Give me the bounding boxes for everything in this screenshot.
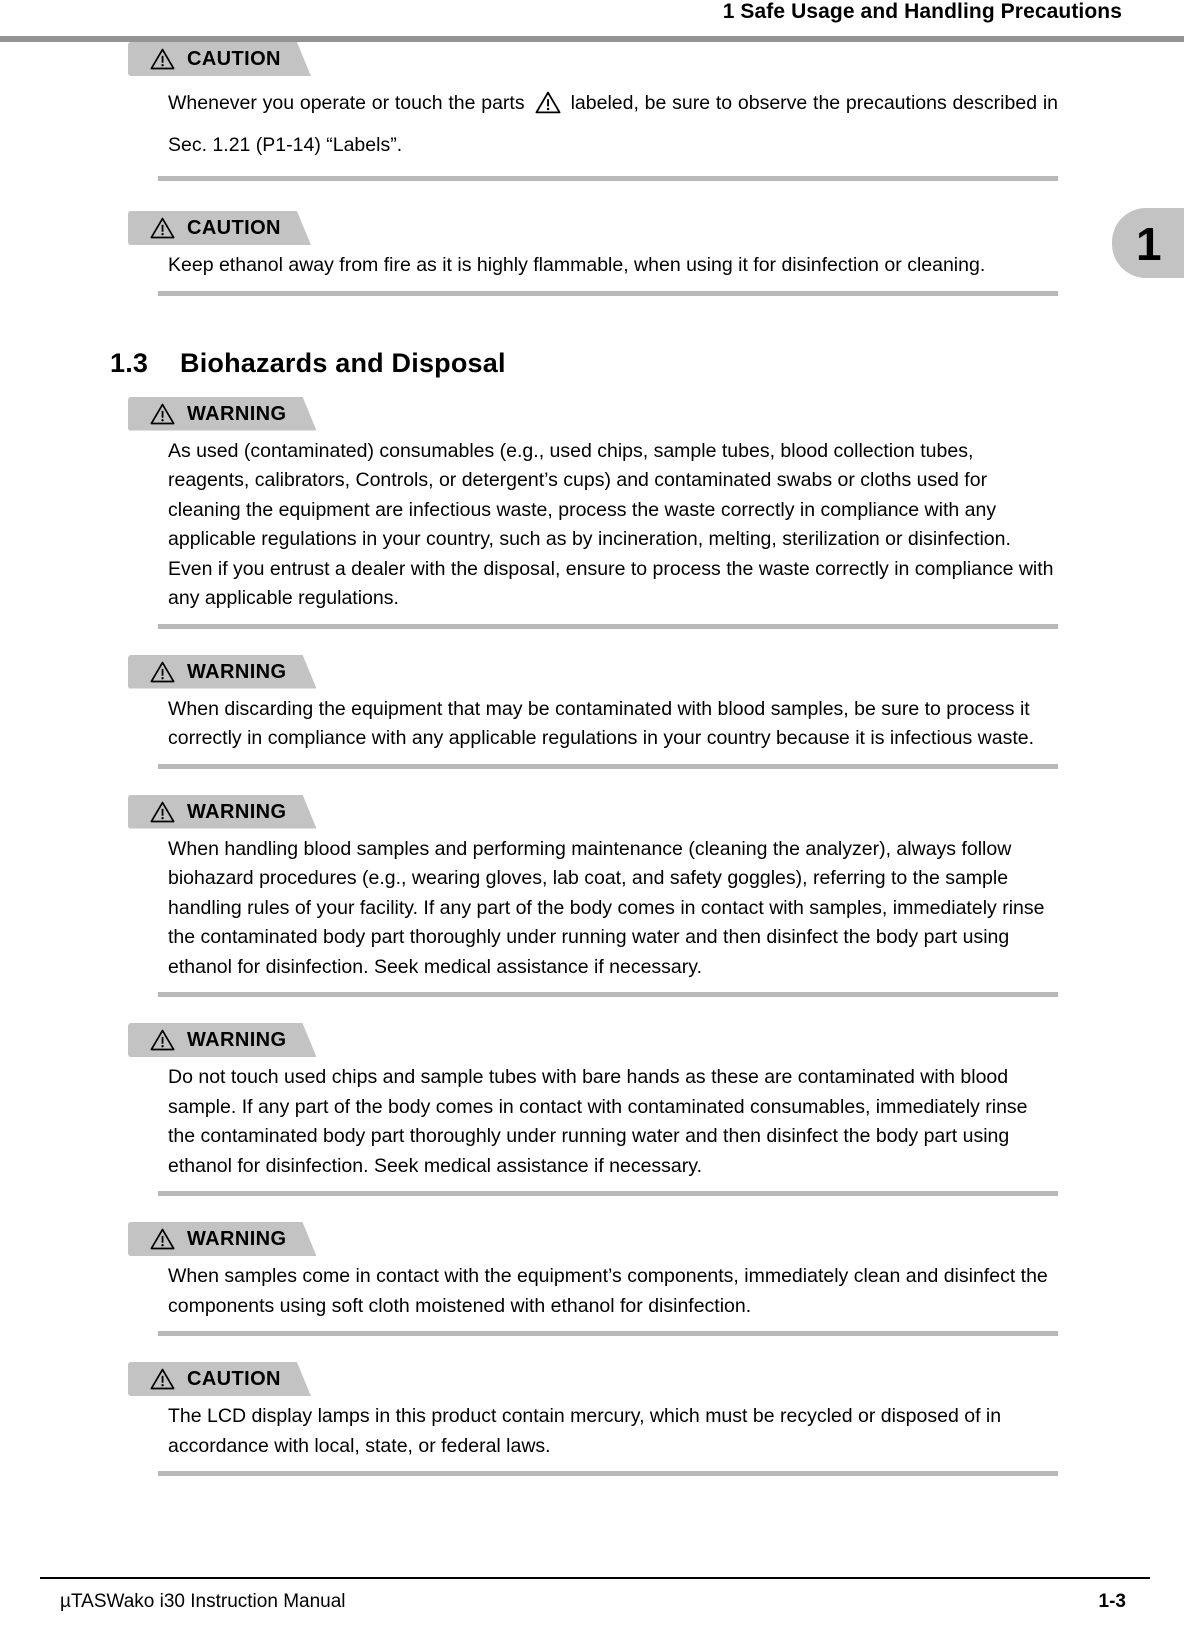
section-heading: 1.3 Biohazards and Disposal [110, 348, 1184, 379]
notice-banner: CAUTION [128, 211, 311, 245]
notice-banner-row: CAUTION [0, 1362, 1184, 1397]
notice-warning-discarding: WARNING When discarding the equipment th… [0, 655, 1184, 769]
notice-banner-row: CAUTION [0, 211, 1184, 246]
warning-triangle-icon [150, 403, 175, 425]
warning-triangle-icon [150, 801, 175, 823]
notice-bottom-rule [158, 290, 1058, 296]
warning-triangle-icon [535, 91, 561, 114]
notice-bottom-rule [158, 623, 1058, 629]
notice-body: Whenever you operate or touch the parts l… [0, 82, 1184, 166]
notice-banner: CAUTION [128, 42, 311, 76]
notice-body: As used (contaminated) consumables (e.g.… [168, 439, 1054, 610]
warning-triangle-icon [150, 1368, 175, 1390]
notice-banner-label: WARNING [187, 1228, 287, 1250]
notice-bottom-rule [158, 763, 1058, 769]
section-number: 1.3 [110, 347, 149, 378]
warning-triangle-icon [150, 1029, 175, 1051]
warning-triangle-icon [150, 661, 175, 683]
notice-banner-label: WARNING [187, 402, 287, 425]
footer-manual-title: µTASWako i30 Instruction Manual [60, 1591, 346, 1612]
notice-bottom-rule [158, 992, 1058, 997]
header-title: 1 Safe Usage and Handling Precautions [722, 0, 1122, 23]
page-header: 1 Safe Usage and Handling Precautions [0, 0, 1184, 42]
notice-caution-labels: CAUTION Whenever you operate or touch th… [0, 42, 1184, 181]
notice-caution-lcd-mercury: CAUTION The LCD display lamps in this pr… [0, 1362, 1184, 1476]
notice-banner-row: WARNING [0, 1023, 1184, 1058]
notice-banner-label: WARNING [187, 800, 287, 823]
notice-banner-row: WARNING [0, 655, 1184, 690]
footer-page-number: 1-3 [1098, 1591, 1126, 1612]
notice-bottom-rule [158, 1191, 1058, 1196]
notice-body: When discarding the equipment that may b… [168, 697, 1035, 750]
notice-banner-row: WARNING [0, 795, 1184, 830]
notice-bottom-rule [158, 1471, 1058, 1476]
notice-bottom-rule [158, 176, 1058, 181]
notice-banner: WARNING [128, 397, 316, 431]
notice-banner-label: CAUTION [187, 48, 281, 70]
warning-triangle-icon [150, 48, 175, 70]
notice-banner: WARNING [128, 795, 316, 829]
notice-body: Do not touch used chips and sample tubes… [168, 1066, 1028, 1177]
notice-body: When samples come in contact with the eq… [168, 1265, 1048, 1317]
notice-banner-label: WARNING [187, 1029, 287, 1051]
notice-bottom-rule [158, 1331, 1058, 1336]
warning-triangle-icon [150, 217, 175, 239]
notice-body: Keep ethanol away from fire as it is hig… [168, 254, 986, 276]
notice-banner-label: CAUTION [187, 217, 281, 239]
notice-body: The LCD display lamps in this product co… [168, 1405, 1002, 1457]
notice-body: When handling blood samples and performi… [168, 837, 1045, 978]
notice-banner: WARNING [128, 1023, 316, 1057]
notice-banner-row: CAUTION [0, 42, 1184, 77]
manual-page: 1 Safe Usage and Handling Precautions 1 … [0, 0, 1184, 1647]
notice-banner-label: WARNING [187, 660, 287, 683]
notice-warning-blood-samples: WARNING When handling blood samples and … [0, 795, 1184, 997]
notice-warning-components: WARNING When samples come in contact wit… [0, 1222, 1184, 1336]
notice-text-before: Whenever you operate or touch the parts [168, 92, 525, 114]
notice-warning-used-chips: WARNING Do not touch used chips and samp… [0, 1023, 1184, 1196]
page-footer: µTASWako i30 Instruction Manual 1-3 [0, 1577, 1184, 1647]
notice-warning-consumables: WARNING As used (contaminated) consumabl… [0, 397, 1184, 629]
notice-banner: WARNING [128, 1222, 316, 1256]
notice-banner-label: CAUTION [187, 1368, 281, 1390]
notice-caution-ethanol: CAUTION Keep ethanol away from fire as i… [0, 211, 1184, 296]
notice-banner-row: WARNING [0, 397, 1184, 432]
footer-rule [40, 1577, 1150, 1579]
page-content: CAUTION Whenever you operate or touch th… [0, 42, 1184, 1476]
notice-banner: WARNING [128, 655, 316, 689]
notice-banner-row: WARNING [0, 1222, 1184, 1257]
warning-triangle-icon [150, 1228, 175, 1250]
section-title: Biohazards and Disposal [180, 347, 506, 378]
notice-banner: CAUTION [128, 1362, 311, 1396]
